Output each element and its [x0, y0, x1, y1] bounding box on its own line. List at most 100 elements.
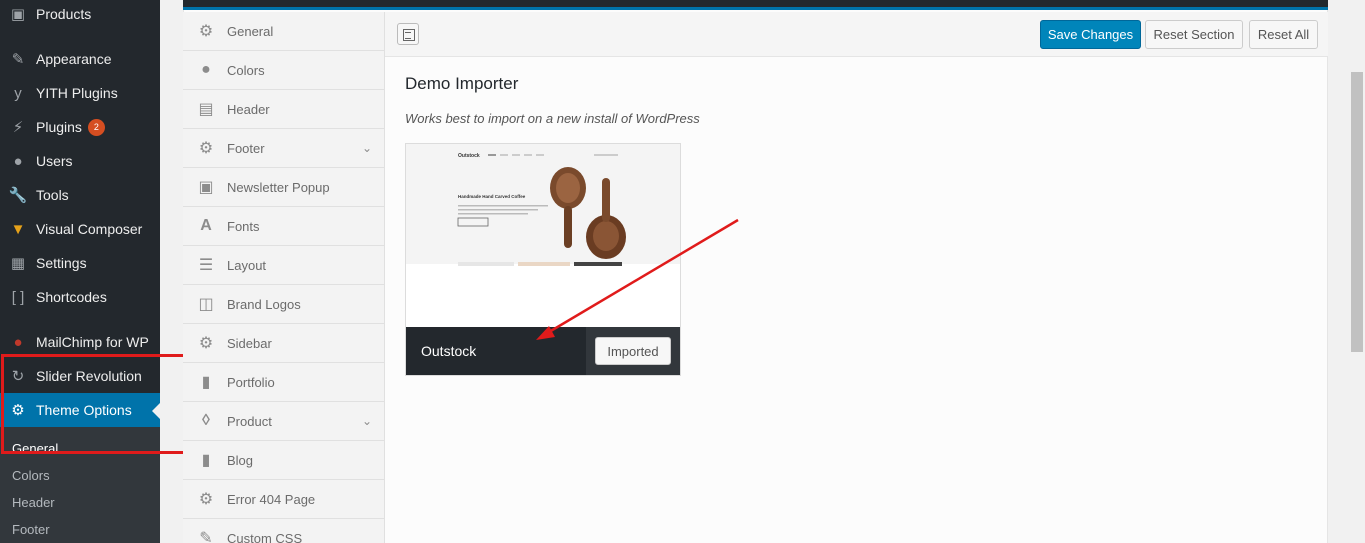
gear-icon: ⚙ [198, 491, 214, 508]
options-nav-label: Sidebar [227, 335, 272, 351]
options-nav-label: Fonts [227, 218, 260, 234]
sidebar-item-label: Shortcodes [36, 289, 107, 305]
options-nav-label: Error 404 Page [227, 491, 316, 507]
options-nav-portfolio[interactable]: ▮ Portfolio [183, 363, 384, 402]
options-nav-label: Newsletter Popup [227, 179, 330, 195]
sidebar-item-products[interactable]: ▣ Products [0, 0, 160, 31]
sidebar-item-yith-plugins[interactable]: y YITH Plugins [0, 76, 160, 110]
options-nav-label: Product [227, 413, 272, 429]
tags-icon: ◊ [202, 412, 210, 429]
options-nav-colors[interactable]: ● Colors [183, 51, 384, 90]
submenu-item-colors[interactable]: Colors [12, 468, 50, 483]
options-nav-footer[interactable]: ⚙ Footer ⌄ [183, 129, 384, 168]
options-nav-label: Custom CSS [227, 530, 303, 543]
document-icon: ▮ [201, 452, 211, 469]
admin-sidebar: ▣ Products ✎ Appearance y YITH Plugins ⚡… [0, 0, 160, 543]
options-nav-newsletter-popup[interactable]: ▣ Newsletter Popup [183, 168, 384, 207]
reset-section-button[interactable]: Reset Section [1145, 20, 1243, 49]
options-nav-sidebar[interactable]: ⚙ Sidebar [183, 324, 384, 363]
layout-icon: ☰ [198, 257, 214, 274]
demo-name: Outstock [421, 343, 477, 359]
brackets-icon: [ ] [11, 288, 25, 306]
sidebar-item-label: YITH Plugins [36, 85, 118, 101]
options-nav-layout[interactable]: ☰ Layout [183, 246, 384, 285]
sidebar-item-plugins[interactable]: ⚡ Plugins 2 [0, 110, 160, 144]
sidebar-item-label: MailChimp for WP [36, 334, 149, 350]
sidebar-item-users[interactable]: ● Users [0, 144, 160, 178]
options-nav-general[interactable]: ⚙ General [183, 12, 384, 51]
options-nav-product[interactable]: ◊ Product ⌄ [183, 402, 384, 441]
briefcase-icon: ◫ [198, 296, 214, 313]
sidebar-item-label: Tools [36, 187, 69, 203]
options-nav-label: Colors [227, 62, 265, 78]
options-nav-brand-logos[interactable]: ◫ Brand Logos [183, 285, 384, 324]
sidebar-item-label: Products [36, 6, 92, 22]
submenu-item-general[interactable]: General [12, 441, 58, 456]
drop-icon: ● [201, 61, 211, 78]
options-nav-error-404[interactable]: ⚙ Error 404 Page [183, 480, 384, 519]
cube-icon: ▣ [10, 6, 26, 23]
sidebar-item-appearance[interactable]: ✎ Appearance [0, 42, 160, 76]
expand-options-button[interactable] [397, 23, 419, 45]
plug-icon: ⚡ [12, 119, 24, 136]
options-nav-label: Layout [227, 257, 267, 273]
reset-all-button[interactable]: Reset All [1249, 20, 1318, 49]
submenu-item-footer[interactable]: Footer [12, 522, 50, 537]
sidebar-item-label: Users [36, 153, 73, 169]
popup-icon: ▣ [198, 179, 214, 196]
sidebar-item-label: Theme Options [36, 402, 132, 418]
sidebar-item-visual-composer[interactable]: ▼ Visual Composer [0, 212, 160, 246]
options-nav-label: Blog [227, 452, 254, 468]
options-nav-label: Footer [227, 140, 265, 156]
wrench-icon: 🔧 [8, 187, 28, 204]
options-nav-blog[interactable]: ▮ Blog [183, 441, 384, 480]
options-nav-label: Brand Logos [227, 296, 301, 312]
user-icon: ● [13, 152, 23, 170]
save-changes-button[interactable]: Save Changes [1040, 20, 1141, 49]
sidebar-item-label: Settings [36, 255, 87, 271]
sidebar-item-label: Visual Composer [36, 221, 143, 237]
submenu-item-header[interactable]: Header [12, 495, 55, 510]
font-icon: A [200, 217, 212, 234]
options-nav-custom-css[interactable]: ✎ Custom CSS [183, 519, 384, 543]
options-nav-header[interactable]: ▤ Header [183, 90, 384, 129]
header-icon: ▤ [198, 101, 214, 118]
demo-card[interactable]: Outstock Handmade Hand Carved Coffee Out… [405, 143, 681, 376]
sidebar-item-settings[interactable]: ▦ Settings [0, 246, 160, 280]
options-nav: ⚙ General ● Colors ▤ Header ⚙ Footer ⌄ ▣… [183, 12, 385, 543]
refresh-icon: ↻ [11, 368, 25, 385]
page-scrollbar-thumb[interactable] [1351, 72, 1363, 352]
sidebar-item-theme-options[interactable]: ⚙ Theme Options [0, 393, 160, 427]
chevron-down-icon[interactable]: ⌄ [362, 414, 372, 428]
demo-preview-image: Outstock Handmade Hand Carved Coffee [406, 144, 680, 327]
sidebar-item-label: Appearance [36, 51, 112, 67]
section-description: Works best to import on a new install of… [405, 111, 700, 126]
theme-options-submenu: General Colors Header Footer [0, 427, 160, 543]
preview-heading-text: Handmade Hand Carved Coffee [458, 194, 526, 199]
options-nav-label: General [227, 23, 274, 39]
options-nav-label: Portfolio [227, 374, 275, 390]
sidebar-item-shortcodes[interactable]: [ ] Shortcodes [0, 280, 160, 314]
chevron-down-icon[interactable]: ⌄ [362, 141, 372, 155]
gear-icon: ⚙ [198, 140, 214, 157]
mailchimp-icon: ● [13, 333, 23, 351]
options-nav-fonts[interactable]: A Fonts [183, 207, 384, 246]
sidebar-item-slider-revolution[interactable]: ↻ Slider Revolution [0, 359, 160, 393]
sidebar-item-mailchimp[interactable]: ● MailChimp for WP [0, 325, 160, 359]
bookmark-icon: ▮ [201, 374, 211, 391]
pencil-icon: ✎ [199, 530, 213, 543]
imported-button[interactable]: Imported [595, 337, 671, 365]
sidebar-item-label: Slider Revolution [36, 368, 142, 384]
settings-icon: ▦ [10, 255, 26, 272]
yith-icon: y [14, 84, 22, 102]
options-header-bar [183, 0, 1328, 10]
section-title: Demo Importer [405, 74, 519, 93]
demo-card-footer: Outstock Imported [406, 327, 680, 375]
gear-icon: ⚙ [11, 402, 25, 419]
brush-icon: ✎ [11, 51, 25, 68]
gear-icon: ⚙ [198, 23, 214, 40]
sidebar-item-tools[interactable]: 🔧 Tools [0, 178, 160, 212]
options-nav-label: Header [227, 101, 270, 117]
demo-preview-graphic: Outstock Handmade Hand Carved Coffee [406, 144, 680, 327]
preview-logo-text: Outstock [458, 153, 480, 159]
